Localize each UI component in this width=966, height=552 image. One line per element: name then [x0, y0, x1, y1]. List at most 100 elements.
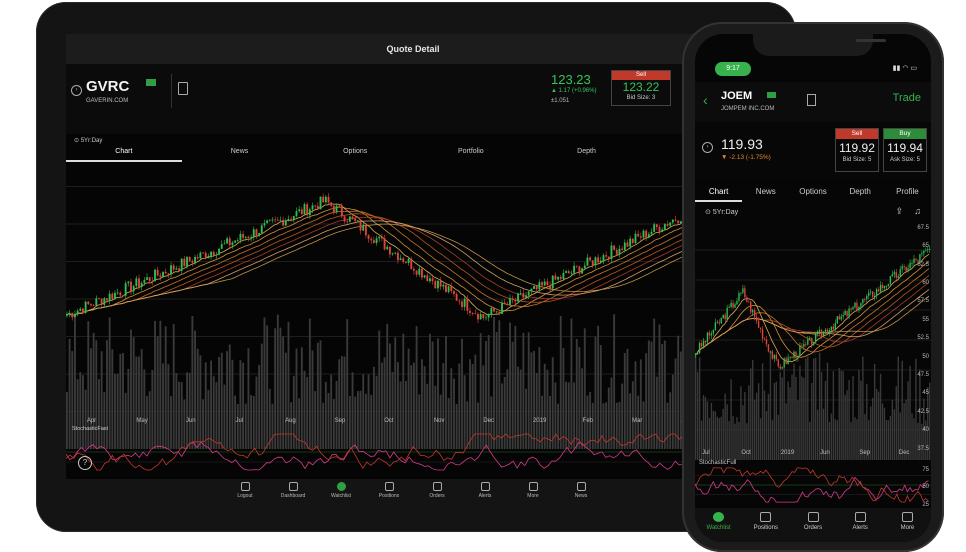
candle — [218, 248, 221, 255]
candle — [164, 271, 167, 274]
nav-more[interactable]: More — [509, 479, 557, 508]
document-icon[interactable] — [807, 94, 816, 106]
candle — [167, 273, 170, 275]
candle — [415, 270, 418, 275]
candle — [799, 345, 801, 356]
tab-profile[interactable]: Profile — [884, 184, 931, 202]
volume-label: ±1.051 — [551, 98, 570, 104]
candle — [274, 219, 277, 221]
candle — [889, 276, 892, 284]
candle — [124, 283, 127, 296]
candle — [757, 320, 760, 328]
back-icon[interactable]: ‹ — [703, 92, 708, 108]
candle — [479, 314, 482, 320]
expand-icon[interactable]: › — [702, 142, 713, 153]
nav-watchlist[interactable]: Watchlist — [695, 508, 742, 542]
nav-positions[interactable]: Positions — [365, 479, 413, 508]
candle — [188, 256, 191, 261]
candle — [586, 257, 589, 266]
volume-bar — [879, 373, 882, 460]
tab-depth[interactable]: Depth — [837, 184, 884, 202]
tab-options[interactable]: Options — [789, 184, 836, 202]
candle — [501, 302, 503, 314]
volume-bar — [897, 356, 899, 460]
candle — [658, 227, 661, 232]
candle — [122, 295, 124, 297]
tab-chart[interactable]: Chart — [695, 184, 743, 202]
candle — [848, 308, 850, 317]
price-chart[interactable] — [66, 149, 760, 449]
sell-label: Sell — [836, 129, 878, 139]
candle — [777, 359, 779, 367]
candle — [842, 315, 844, 317]
candle — [557, 276, 560, 280]
nav-more[interactable]: More — [884, 508, 931, 542]
sell-button[interactable]: Sell 123.22 Bid Size: 3 — [611, 70, 671, 106]
nav-watchlist[interactable]: Watchlist — [317, 479, 365, 508]
logout-icon — [240, 482, 250, 491]
buy-label: Buy — [884, 129, 926, 139]
document-icon[interactable] — [178, 82, 188, 95]
expand-icon[interactable]: › — [71, 85, 82, 96]
share-icon[interactable]: ⇪ — [895, 206, 903, 217]
tablet-screen: Quote Detail › GVRC GAVERIN.COM 123.23 ▲… — [66, 34, 760, 508]
volume-bar — [820, 372, 823, 460]
candle — [186, 256, 188, 267]
candle — [740, 292, 742, 294]
nav-positions[interactable]: Positions — [742, 508, 789, 542]
nav-label: Watchlist — [706, 525, 731, 531]
candle — [803, 343, 805, 347]
candle — [140, 282, 143, 287]
trade-button[interactable]: Trade — [893, 92, 921, 104]
bell-icon[interactable]: ♫ — [914, 206, 921, 216]
price-chart[interactable] — [695, 220, 931, 460]
candle — [466, 298, 469, 311]
nav-label: Orders — [803, 525, 823, 531]
axis-tick-label: Jun — [820, 450, 830, 456]
volume-bar — [266, 325, 269, 449]
volume-bar — [498, 320, 501, 449]
candle — [522, 293, 525, 298]
candle — [826, 329, 829, 334]
nav-orders[interactable]: Orders — [413, 479, 461, 508]
nav-orders[interactable]: Orders — [789, 508, 836, 542]
candle — [471, 312, 474, 314]
candle — [525, 295, 527, 298]
tab-news[interactable]: News — [742, 184, 789, 202]
help-icon[interactable]: ? — [78, 456, 92, 470]
nav-dashboard[interactable]: Dashboard — [269, 479, 317, 508]
range-selector[interactable]: ⊙ 5Yr:Day — [705, 208, 738, 216]
candle — [266, 220, 269, 224]
candle — [247, 236, 250, 238]
nav-alerts[interactable]: Alerts — [461, 479, 509, 508]
stochastic-chart[interactable] — [695, 466, 931, 504]
volume-bar — [386, 323, 389, 449]
candle — [434, 281, 437, 289]
candle — [485, 317, 487, 319]
stochastic-chart[interactable] — [66, 432, 760, 472]
candle — [559, 276, 562, 279]
nav-alerts[interactable]: Alerts — [837, 508, 884, 542]
candle — [879, 284, 882, 292]
nav-news[interactable]: News — [557, 479, 605, 508]
axis-tick-label: 2019 — [532, 418, 547, 424]
candle — [517, 293, 519, 302]
range-selector[interactable]: ⊙ 5Yr:Day — [74, 137, 102, 144]
candle — [581, 268, 584, 274]
candle — [720, 318, 722, 324]
volume-bar — [848, 380, 850, 460]
volume-bar — [696, 372, 699, 460]
candle — [551, 275, 554, 289]
nav-logout[interactable]: Logout — [221, 479, 269, 508]
candle — [589, 257, 592, 261]
candle — [637, 233, 640, 237]
buy-button[interactable]: Buy 119.94 Ask Size: 5 — [883, 128, 927, 172]
candle — [885, 285, 888, 287]
candle — [180, 258, 183, 271]
volume-bar — [805, 358, 807, 460]
company-name: JOMPEM INC.COM — [721, 106, 775, 112]
candle — [519, 293, 522, 294]
sell-button[interactable]: Sell 119.92 Bid Size: 5 — [835, 128, 879, 172]
company-domain: GAVERIN.COM — [86, 98, 129, 104]
candle — [765, 339, 768, 345]
